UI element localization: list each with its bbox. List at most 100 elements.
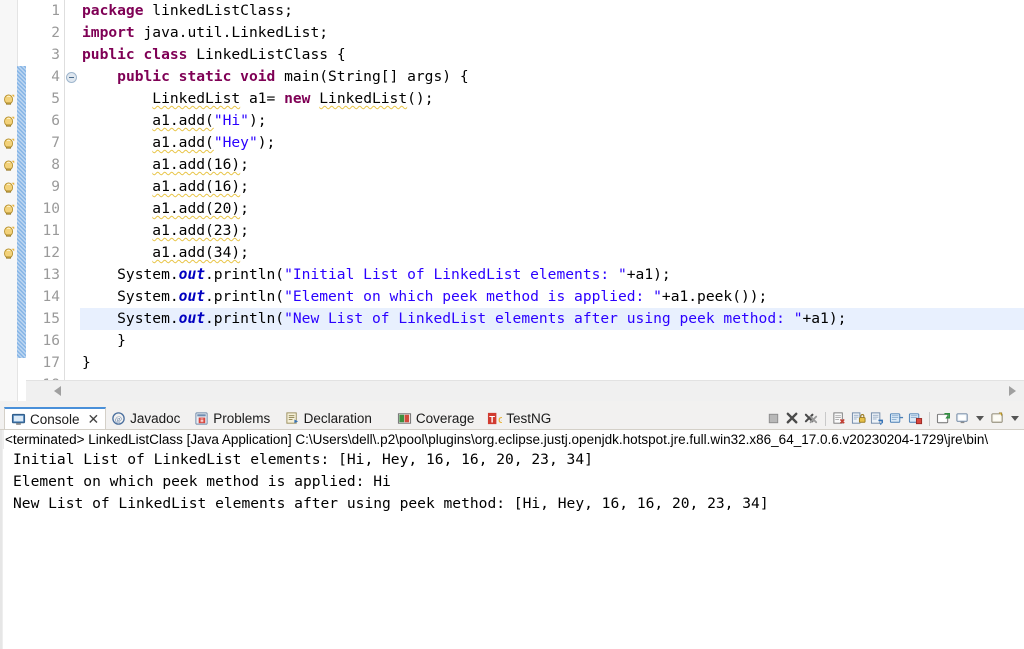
warning-marker-icon[interactable] — [2, 92, 16, 106]
code-token: a1.add(20) — [152, 200, 241, 217]
tab-label: Problems — [213, 410, 271, 426]
code-line[interactable]: LinkedList a1= new LinkedList(); — [80, 88, 1024, 110]
fold-collapse-icon[interactable] — [66, 72, 77, 83]
console-output-line: New List of LinkedList elements after us… — [13, 495, 769, 512]
chevron-down-icon[interactable] — [976, 416, 984, 421]
code-line[interactable]: a1.add(16); — [80, 176, 1024, 198]
pin-console-button[interactable] — [907, 410, 924, 427]
tab-problems[interactable]: Problems — [188, 407, 276, 429]
line-number: 13 — [42, 267, 60, 283]
code-line[interactable]: a1.add("Hi"); — [80, 110, 1024, 132]
tab-javadoc[interactable]: @ Javadoc — [105, 407, 186, 429]
code-token: a1.add( — [152, 112, 214, 129]
code-token: System. — [82, 310, 179, 327]
code-token: public class — [82, 46, 197, 63]
open-console-button[interactable] — [935, 410, 952, 427]
line-number: 8 — [51, 157, 60, 173]
code-line[interactable]: a1.add(16); — [80, 154, 1024, 176]
code-line[interactable]: System.out.println("New List of LinkedLi… — [80, 308, 1024, 330]
code-line[interactable]: a1.add("Hey"); — [80, 132, 1024, 154]
code-line[interactable]: import java.util.LinkedList; — [80, 22, 1024, 44]
java-editor[interactable]: 123456789101112131415161718 package link… — [0, 0, 1024, 402]
svg-text:@: @ — [115, 414, 122, 423]
tab-label: Javadoc — [130, 410, 181, 426]
code-line[interactable]: System.out.println("Element on which pee… — [80, 286, 1024, 308]
console-icon — [11, 412, 26, 427]
tab-coverage[interactable]: Coverage — [391, 407, 481, 429]
minimize-button[interactable] — [989, 410, 1006, 427]
line-number: 2 — [51, 25, 60, 41]
warning-marker-icon[interactable] — [2, 180, 16, 194]
tab-declaration[interactable]: Declaration — [279, 407, 378, 429]
display-selected-console-button[interactable] — [888, 410, 905, 427]
warning-marker-icon[interactable] — [2, 224, 16, 238]
code-line[interactable]: public static void main(String[] args) { — [80, 66, 1024, 88]
tab-label: Coverage — [415, 410, 475, 426]
console-output-line: Initial List of LinkedList elements: [Hi… — [13, 451, 593, 468]
warning-marker-icon[interactable] — [2, 158, 16, 172]
scroll-right-arrow[interactable] — [1006, 384, 1020, 398]
code-token: System. — [82, 266, 179, 283]
code-line[interactable]: } — [80, 352, 1024, 374]
console-output[interactable]: Initial List of LinkedList elements: [Hi… — [2, 449, 1024, 649]
code-line[interactable]: package linkedListClass; — [80, 0, 1024, 22]
chevron-down-icon[interactable] — [1011, 416, 1019, 421]
code-line[interactable]: a1.add(34); — [80, 242, 1024, 264]
code-token: +a1); — [802, 310, 847, 327]
code-token: package — [82, 2, 153, 19]
editor-horizontal-scrollbar[interactable] — [26, 380, 1024, 401]
clear-console-button[interactable] — [831, 410, 848, 427]
annotation-ruler[interactable] — [0, 0, 18, 402]
code-line[interactable]: System.out.println("Initial List of Link… — [80, 264, 1024, 286]
code-token: System. — [82, 288, 179, 305]
code-line[interactable]: } — [80, 330, 1024, 352]
console-toolbar[interactable] — [765, 408, 1022, 429]
new-console-view-button[interactable] — [954, 410, 971, 427]
console-body[interactable]: <terminated> LinkedListClass [Java Appli… — [0, 430, 1024, 649]
warning-marker-icon[interactable] — [2, 246, 16, 260]
line-number: 10 — [42, 201, 60, 217]
remove-all-terminated-button[interactable] — [803, 410, 820, 427]
close-icon[interactable]: ✕ — [88, 412, 100, 426]
code-token: +a1); — [626, 266, 671, 283]
code-line[interactable]: public class LinkedListClass { — [80, 44, 1024, 66]
warning-marker-icon[interactable] — [2, 114, 16, 128]
line-number: 5 — [51, 91, 60, 107]
scroll-left-arrow[interactable] — [52, 384, 66, 398]
terminate-button[interactable] — [765, 410, 782, 427]
code-token: a1= — [240, 90, 285, 107]
scroll-lock-button[interactable] — [850, 410, 867, 427]
code-line[interactable]: a1.add(20); — [80, 198, 1024, 220]
line-number: 11 — [42, 223, 60, 239]
code-token: ); — [248, 112, 267, 129]
line-number: 1 — [51, 3, 60, 19]
warning-marker-icon[interactable] — [2, 136, 16, 150]
code-token: a1.add( — [152, 134, 214, 151]
launch-status-line: <terminated> LinkedListClass [Java Appli… — [5, 432, 989, 447]
code-line[interactable]: a1.add(23); — [80, 220, 1024, 242]
code-token: LinkedListClass { — [196, 46, 346, 63]
editor-text[interactable]: package linkedListClass; import java.util… — [80, 0, 1024, 402]
warning-marker-icon[interactable] — [2, 202, 16, 216]
folding-ruler[interactable] — [65, 0, 80, 402]
tab-testng[interactable]: TGTestNG — [481, 407, 557, 429]
remove-launch-button[interactable] — [784, 410, 801, 427]
code-token: "Initial List of LinkedList elements: " — [284, 266, 627, 283]
tab-console[interactable]: Console ✕ — [4, 407, 107, 429]
code-token: linkedListClass; — [152, 2, 293, 19]
code-token: "Element on which peek method is applied… — [284, 288, 662, 305]
code-token: (); — [407, 90, 434, 107]
show-console-on-output-button[interactable] — [869, 410, 886, 427]
change-bar — [17, 66, 26, 358]
code-token: new — [284, 90, 320, 107]
code-token: } — [82, 354, 91, 371]
code-token: .println( — [205, 266, 285, 283]
code-token: a1.add(16) — [152, 156, 241, 173]
